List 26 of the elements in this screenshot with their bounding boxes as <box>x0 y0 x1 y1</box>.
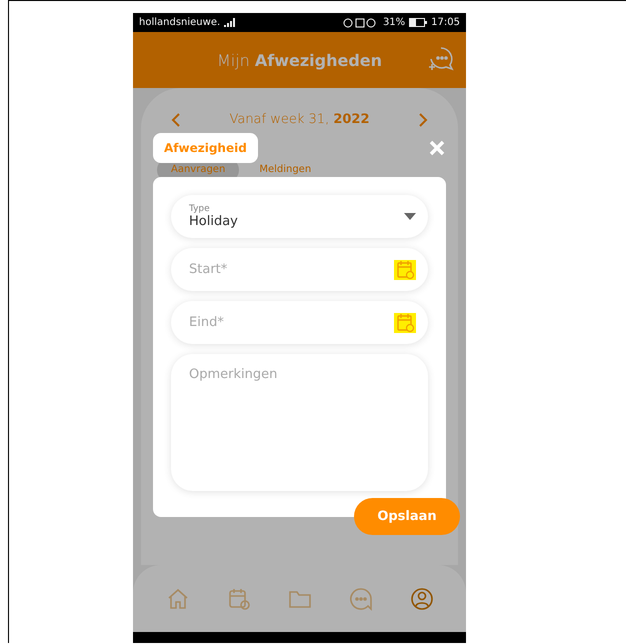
home-icon[interactable] <box>166 586 190 610</box>
battery-percent: 31% <box>382 17 406 28</box>
clock: 17:05 <box>431 17 460 28</box>
save-button[interactable]: Opslaan <box>354 498 460 535</box>
calendar-clock-icon[interactable] <box>226 586 250 610</box>
previous-week-icon[interactable] <box>171 112 180 126</box>
carrier-name: hollandsnieuwe. <box>139 17 220 28</box>
dialog-title: Afwezigheid <box>153 133 258 163</box>
chat-icon[interactable] <box>348 586 372 610</box>
new-chat-icon[interactable] <box>428 46 454 72</box>
signal-icon <box>224 18 236 27</box>
calendar-icon[interactable] <box>394 260 416 280</box>
profile-icon[interactable] <box>410 586 434 610</box>
type-select[interactable]: Type Holiday <box>171 195 428 238</box>
date-field[interactable]: Start* <box>171 248 428 291</box>
remarks-field[interactable]: Opmerkingen <box>171 354 428 491</box>
field-label: Type <box>189 204 211 214</box>
page-title: Mijn Afwezigheden <box>216 50 382 70</box>
close-icon[interactable] <box>429 140 445 156</box>
field-value: Holiday <box>189 214 238 229</box>
date-field[interactable]: Eind* <box>171 301 428 344</box>
next-week-icon[interactable] <box>419 112 428 126</box>
dropdown-caret-icon <box>404 213 416 220</box>
battery-icon <box>409 18 428 27</box>
calendar-icon[interactable] <box>394 312 416 332</box>
week-label: Vanaf week 31, 2022 <box>229 112 370 127</box>
